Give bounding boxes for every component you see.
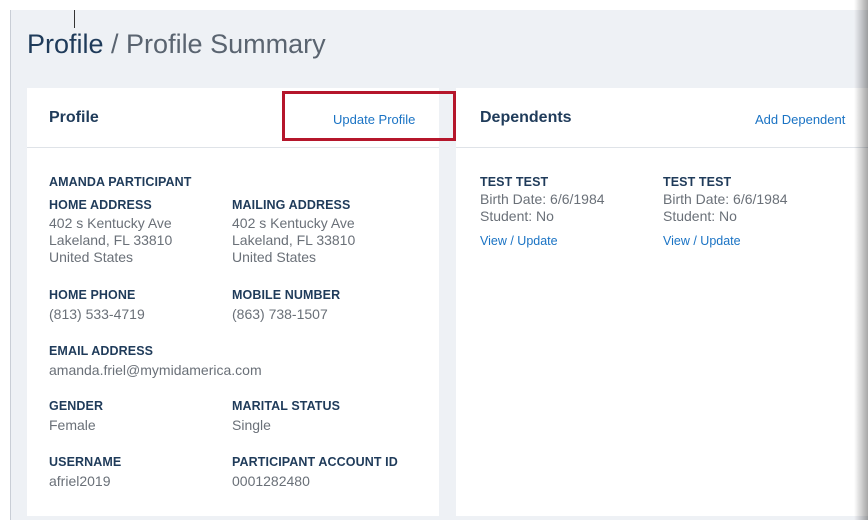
- view-update-link[interactable]: View / Update: [480, 234, 605, 248]
- breadcrumb-current: Profile Summary: [126, 29, 326, 59]
- mailing-address: MAILING ADDRESS 402 s Kentucky Ave Lakel…: [232, 198, 356, 265]
- add-dependent-link[interactable]: Add Dependent: [755, 112, 845, 127]
- view-update-link[interactable]: View / Update: [663, 234, 788, 248]
- update-profile-highlight-box: [282, 91, 456, 141]
- participant-name: AMANDA PARTICIPANT: [49, 175, 192, 189]
- breadcrumb-separator: /: [103, 29, 127, 59]
- profile-card-title: Profile: [49, 109, 99, 126]
- participant-account-id: PARTICIPANT ACCOUNT ID 0001282480: [232, 455, 398, 489]
- dependents-card-header: Dependents Add Dependent: [456, 88, 868, 148]
- page-edge-shadow: [854, 0, 868, 520]
- username: USERNAME afriel2019: [49, 455, 122, 489]
- mobile-number: MOBILE NUMBER (863) 738-1507: [232, 288, 341, 322]
- dependents-card-title: Dependents: [480, 109, 572, 126]
- marital-status: MARITAL STATUS Single: [232, 399, 341, 433]
- dependent-item: TEST TEST Birth Date: 6/6/1984 Student: …: [480, 175, 605, 248]
- page-title: Profile / Profile Summary: [27, 29, 326, 60]
- profile-card: Profile Update Profile AMANDA PARTICIPAN…: [27, 88, 439, 516]
- text-cursor: [74, 10, 75, 28]
- email-address: EMAIL ADDRESS amanda.friel@mymidamerica.…: [49, 344, 262, 378]
- breadcrumb-root[interactable]: Profile: [27, 29, 104, 59]
- dependents-card: Dependents Add Dependent TEST TEST Birth…: [456, 88, 868, 516]
- home-phone: HOME PHONE (813) 533-4719: [49, 288, 145, 322]
- gender: GENDER Female: [49, 399, 104, 433]
- home-address: HOME ADDRESS 402 s Kentucky Ave Lakeland…: [49, 198, 173, 265]
- dependent-item: TEST TEST Birth Date: 6/6/1984 Student: …: [663, 175, 788, 248]
